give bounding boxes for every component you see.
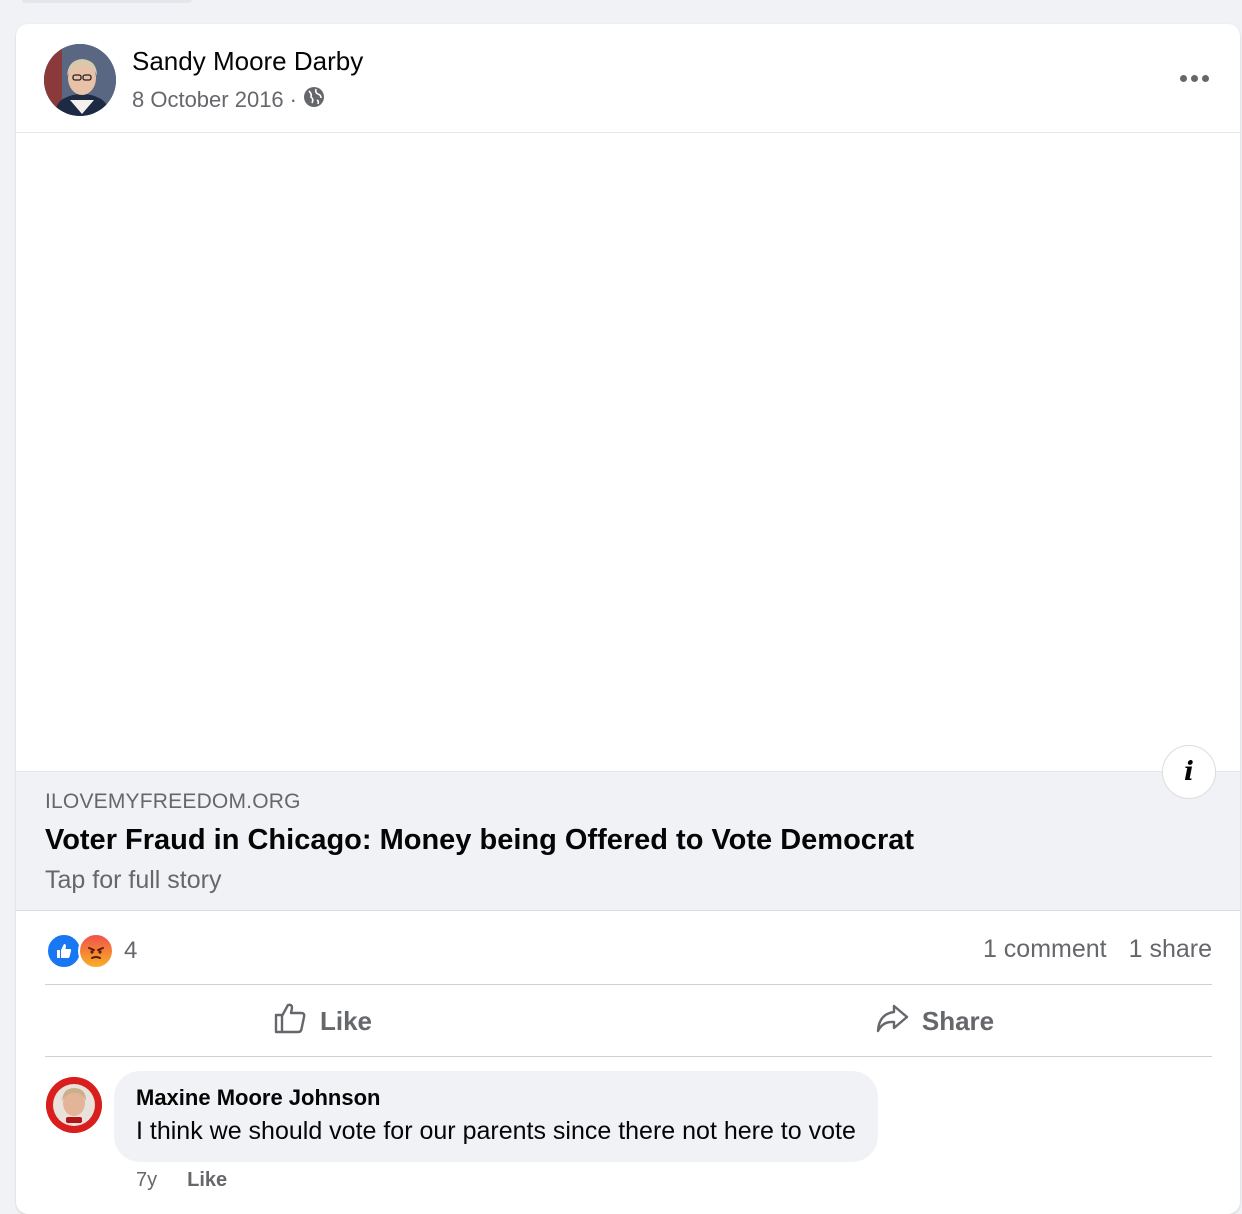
like-reaction-icon [46,933,82,969]
post-header: Sandy Moore Darby 8 October 2016 · [16,24,1240,133]
share-count[interactable]: 1 share [1129,935,1212,964]
engagement-counts: 1 comment 1 share [983,935,1212,964]
angry-reaction-icon [78,933,114,969]
link-domain: ILOVEMYFREEDOM.ORG [45,790,301,813]
post-card: Sandy Moore Darby 8 October 2016 · i ILO… [16,24,1240,1214]
post-stats: 4 1 comment 1 share [16,911,1240,985]
post-meta: 8 October 2016 · [132,86,325,114]
more-options-icon[interactable] [1174,60,1214,96]
comment-count[interactable]: 1 comment [983,935,1107,964]
post-date[interactable]: 8 October 2016 [132,87,284,113]
link-title[interactable]: Voter Fraud in Chicago: Money being Offe… [45,824,914,857]
info-icon[interactable]: i [1162,745,1216,799]
comment-age[interactable]: 7y [136,1169,157,1192]
comment-item: Maxine Moore Johnson I think we should v… [16,1057,1240,1207]
author-avatar[interactable] [44,44,116,116]
link-subtitle: Tap for full story [45,866,222,894]
link-preview-image[interactable]: i [16,133,1240,799]
action-bar: Like Share [16,985,1240,1057]
thumbs-up-icon [272,1000,308,1043]
share-label: Share [921,1005,995,1036]
commenter-name[interactable]: Maxine Moore Johnson [136,1085,856,1111]
comment-text: I think we should vote for our parents s… [136,1117,856,1145]
comment-meta: 7y Like [136,1169,227,1192]
share-arrow-icon [874,1000,910,1043]
previous-card-edge [22,0,192,3]
like-button[interactable]: Like [16,985,628,1057]
link-preview[interactable]: ILOVEMYFREEDOM.ORG Voter Fraud in Chicag… [16,771,1240,911]
like-label: Like [319,1005,373,1036]
reaction-count: 4 [124,937,138,964]
globe-icon [303,86,325,114]
comment-like-link[interactable]: Like [187,1169,227,1192]
reaction-summary[interactable]: 4 [46,933,137,969]
commenter-avatar[interactable] [46,1077,102,1133]
meta-separator: · [289,87,297,112]
author-name[interactable]: Sandy Moore Darby [132,46,363,77]
share-button[interactable]: Share [628,985,1240,1057]
comment-bubble: Maxine Moore Johnson I think we should v… [114,1071,878,1162]
